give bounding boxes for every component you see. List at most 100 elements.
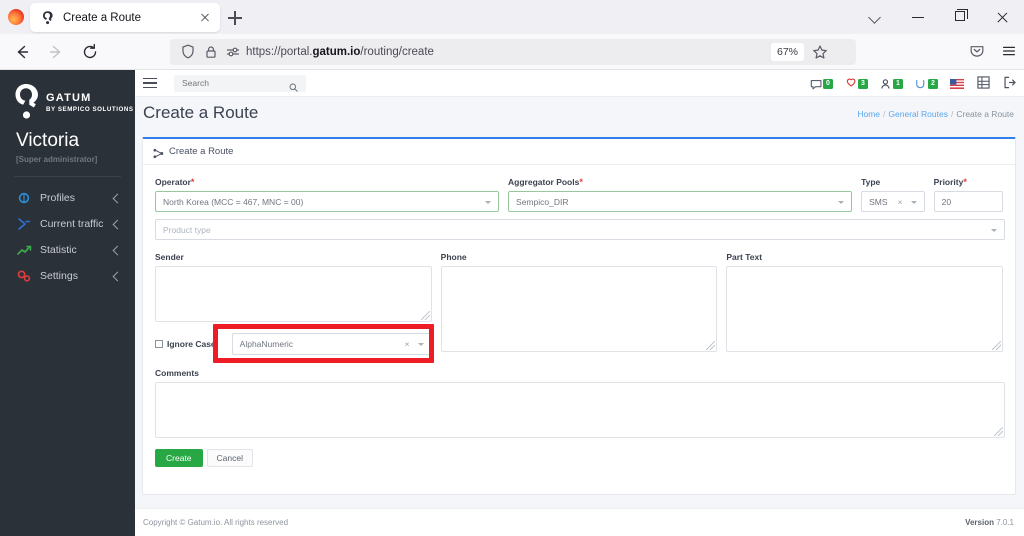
reload-icon[interactable] — [80, 42, 100, 62]
sidebar-item-statistic[interactable]: Statistic — [0, 237, 135, 263]
brand-subtitle: BY SEMPICO SOLUTIONS — [46, 105, 134, 113]
footer: Copyright © Gatum.io. All rights reserve… — [135, 508, 1024, 536]
badge-count: 0 — [823, 78, 833, 89]
browser-toolbar-right — [968, 42, 1018, 65]
field-aggregator-pools: Aggregator Pools* Sempico_DIR — [508, 177, 853, 212]
create-route-card: Create a Route Operator* North Korea (MC… — [142, 137, 1016, 495]
alerts-icon[interactable]: 3 — [845, 78, 868, 93]
field-label: Type — [861, 177, 881, 187]
tab-strip: Create a Route — [0, 0, 1024, 34]
product-type-select[interactable]: Product type — [155, 219, 1005, 240]
connections-icon[interactable]: 2 — [915, 78, 938, 93]
cancel-button[interactable]: Cancel — [206, 449, 253, 467]
top-bar: 0 3 1 2 — [135, 70, 1024, 97]
sidebar-item-current-traffic[interactable]: Current traffic — [0, 211, 135, 237]
resize-grip-icon[interactable] — [994, 427, 1003, 436]
field-label: Phone — [440, 252, 467, 262]
operator-select[interactable]: North Korea (MCC = 467, MNC = 00) — [155, 191, 500, 212]
current-traffic-icon — [16, 217, 32, 231]
logout-icon[interactable] — [1003, 76, 1016, 94]
form-row-2: Product type — [155, 219, 1005, 240]
us-flag-icon[interactable] — [950, 76, 964, 94]
back-arrow-icon[interactable] — [12, 42, 32, 62]
search-input[interactable] — [182, 78, 280, 88]
breadcrumb: Home / General Routes / Create a Route — [857, 109, 1014, 119]
aggregator-pools-select[interactable]: Sempico_DIR — [508, 191, 853, 212]
chevron-left-icon — [112, 219, 123, 229]
forward-arrow-icon — [46, 42, 66, 62]
brand-block: GATUM BY SEMPICO SOLUTIONS — [0, 70, 135, 122]
form-row-3: Sender Ignore Case AlphaNumeric × Phone … — [155, 252, 1004, 355]
chevron-down-icon[interactable] — [856, 0, 898, 34]
field-label: Part Text — [726, 252, 763, 262]
type-value: SMS — [869, 196, 888, 207]
sidebar-toggle-icon[interactable] — [143, 77, 157, 89]
field-label: Operator* — [155, 177, 195, 187]
window-controls — [856, 0, 1024, 34]
comments-textarea[interactable] — [155, 382, 1005, 438]
alphanumeric-value: AlphaNumeric — [239, 339, 294, 349]
apps-grid-icon[interactable] — [977, 76, 990, 94]
create-button[interactable]: Create — [155, 449, 203, 467]
lock-icon[interactable] — [201, 42, 221, 60]
ignore-case-checkbox[interactable] — [155, 340, 163, 348]
field-part-text: Part Text — [726, 252, 1004, 355]
sidebar-item-profiles[interactable]: Profiles — [0, 185, 135, 211]
part-text-textarea[interactable] — [726, 266, 1004, 352]
alphanumeric-select[interactable]: AlphaNumeric × — [231, 333, 432, 355]
close-window-icon[interactable] — [982, 0, 1024, 34]
clear-icon[interactable]: × — [403, 339, 412, 350]
hamburger-menu-icon[interactable] — [1000, 42, 1018, 65]
settings-gear-icon — [16, 269, 32, 283]
badge-count: 1 — [893, 78, 903, 89]
type-select[interactable]: SMS × — [861, 191, 925, 212]
resize-grip-icon[interactable] — [706, 341, 716, 350]
messages-icon[interactable]: 0 — [810, 78, 833, 93]
badge-count: 2 — [928, 78, 938, 89]
chevron-left-icon — [112, 245, 123, 255]
close-icon[interactable] — [196, 9, 214, 27]
sidebar-nav: Profiles Current traffic Statistic Setti… — [0, 185, 135, 289]
browser-navbar: https://portal.gatum.io/routing/create 6… — [0, 34, 1024, 70]
users-icon[interactable]: 1 — [880, 78, 903, 93]
pocket-icon[interactable] — [968, 42, 986, 65]
clear-icon[interactable]: × — [896, 197, 905, 208]
phone-textarea[interactable] — [440, 266, 718, 352]
required-marker: * — [579, 177, 583, 187]
sender-textarea[interactable] — [155, 266, 432, 322]
priority-input[interactable]: 20 — [933, 191, 1003, 212]
resize-grip-icon[interactable] — [992, 341, 1002, 350]
search-icon[interactable] — [289, 79, 298, 92]
chevron-down-icon — [910, 201, 917, 204]
breadcrumb-item-home[interactable]: Home — [857, 109, 880, 119]
field-label: Sender — [155, 252, 184, 262]
chevron-left-icon — [112, 193, 123, 203]
field-label: Comments — [155, 368, 199, 378]
search-box[interactable] — [174, 74, 306, 92]
new-tab-icon[interactable] — [224, 7, 246, 29]
gatum-logo-icon — [12, 82, 42, 122]
maximize-icon[interactable] — [940, 0, 982, 34]
breadcrumb-separator: / — [883, 109, 886, 119]
required-marker: * — [963, 177, 967, 187]
resize-grip-icon[interactable] — [420, 311, 430, 320]
priority-value: 20 — [941, 196, 952, 207]
zoom-level-indicator[interactable]: 67% — [770, 43, 804, 61]
ignore-case-row: Ignore Case AlphaNumeric × — [155, 333, 432, 355]
sidebar-item-settings[interactable]: Settings — [0, 263, 135, 289]
field-sender: Sender Ignore Case AlphaNumeric × — [155, 252, 432, 355]
breadcrumb-item-general-routes[interactable]: General Routes — [888, 109, 948, 119]
user-name: Victoria — [16, 130, 80, 151]
footer-version-label: Version — [965, 518, 994, 527]
shield-icon[interactable] — [178, 42, 198, 60]
browser-tab[interactable]: Create a Route — [30, 3, 220, 32]
chevron-left-icon — [112, 271, 123, 281]
minimize-icon[interactable] — [898, 0, 940, 34]
tab-title: Create a Route — [63, 11, 141, 24]
form-row-4: Comments — [155, 368, 1005, 438]
url-bar[interactable]: https://portal.gatum.io/routing/create 6… — [170, 39, 856, 65]
top-bar-icons: 0 3 1 2 — [810, 76, 1016, 94]
sidebar: GATUM BY SEMPICO SOLUTIONS Victoria [Sup… — [0, 70, 135, 536]
star-icon[interactable] — [810, 43, 830, 61]
page-permissions-icon[interactable] — [223, 42, 243, 60]
